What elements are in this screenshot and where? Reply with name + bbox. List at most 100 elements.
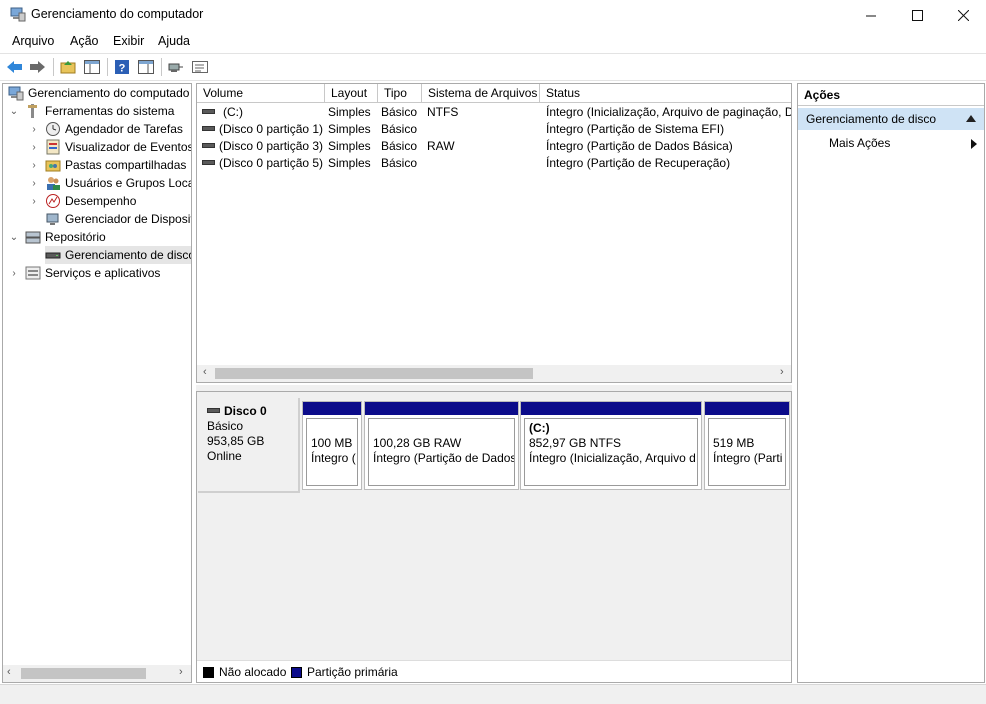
device-manager-icon — [46, 213, 59, 225]
partition-type-bar — [705, 402, 789, 415]
table-row[interactable]: (Disco 0 partição 3) Simples Básico RAW … — [197, 138, 791, 155]
expand-chevron-icon[interactable]: › — [29, 192, 39, 210]
partition-block[interactable]: 100,28 GB RAW Íntegro (Partição de Dados — [364, 401, 519, 490]
menu-acao[interactable]: Ação — [70, 34, 99, 48]
scroll-left-icon[interactable]: ‹ — [203, 366, 207, 378]
volume-cell: (Disco 0 partição 5) — [202, 156, 326, 170]
tree-item-label: Serviços e aplicativos — [45, 266, 161, 280]
navigation-tree[interactable]: Gerenciamento do computado ⌄ Ferramentas… — [2, 83, 192, 683]
table-row[interactable]: (Disco 0 partição 5) Simples Básico Ínte… — [197, 155, 791, 172]
volume-list[interactable]: Volume Layout Tipo Sistema de Arquivos S… — [196, 83, 792, 383]
connect-button[interactable] — [167, 58, 185, 76]
disk-status: Online — [207, 449, 242, 463]
status-cell: Íntegro (Inicialização, Arquivo de pagin… — [546, 105, 791, 119]
tree-item-label: Gerenciamento de disco — [65, 248, 192, 262]
layout-cell: Simples — [328, 156, 371, 170]
disk-name: Disco 0 — [224, 404, 267, 418]
close-button[interactable] — [940, 0, 986, 30]
volume-cell: (Disco 0 partição 1) — [202, 122, 326, 136]
tree-item-label: Agendador de Tarefas — [65, 122, 183, 136]
tree-item-disk-management[interactable]: Gerenciamento de disco — [45, 246, 192, 264]
partition-title: (C:) — [529, 421, 550, 435]
disk-name-row: Disco 0 — [207, 404, 298, 419]
collapse-chevron-icon[interactable]: ⌄ — [9, 102, 19, 120]
status-cell: Íntegro (Partição de Dados Básica) — [546, 139, 733, 153]
forward-button[interactable] — [29, 58, 47, 76]
help-button[interactable]: ? — [113, 58, 131, 76]
legend-primary-swatch — [291, 667, 302, 678]
more-actions-item[interactable]: Mais Ações — [829, 136, 979, 154]
show-hide-tree-button[interactable] — [83, 58, 101, 76]
tree-item-users-groups[interactable]: Usuários e Grupos Loca — [45, 174, 191, 192]
partition-type-bar — [521, 402, 701, 415]
scroll-left-icon[interactable]: ‹ — [7, 666, 11, 678]
disk-label[interactable]: Disco 0 Básico 953,85 GB Online — [198, 398, 300, 493]
show-hide-action-pane-button[interactable] — [137, 58, 155, 76]
minimize-button[interactable] — [848, 0, 894, 30]
scroll-right-icon[interactable]: › — [780, 366, 784, 378]
table-row[interactable]: (Disco 0 partição 1) Simples Básico Ínte… — [197, 121, 791, 138]
column-header-volume[interactable]: Volume — [197, 84, 325, 103]
tree-item-system-tools[interactable]: Ferramentas do sistema — [25, 102, 174, 120]
tree-item-event-viewer[interactable]: Visualizador de Eventos — [45, 138, 192, 156]
partition-size: 100,28 GB RAW — [373, 436, 462, 450]
table-row[interactable]: (C:) Simples Básico NTFS Íntegro (Inicia… — [197, 104, 791, 121]
partition-content: (C:) 852,97 GB NTFS Íntegro (Inicializaç… — [524, 418, 698, 486]
column-header-layout[interactable]: Layout — [325, 84, 378, 103]
actions-section-label: Gerenciamento de disco — [806, 112, 937, 126]
menu-ajuda[interactable]: Ajuda — [158, 34, 190, 48]
back-arrow-icon — [7, 61, 22, 73]
tree-horizontal-scrollbar[interactable]: ‹ › — [3, 665, 191, 682]
event-viewer-icon — [46, 139, 60, 155]
tree-item-device-manager[interactable]: Gerenciador de Disposit — [45, 210, 191, 228]
tree-item-performance[interactable]: Desempenho — [45, 192, 136, 210]
properties-button[interactable] — [191, 58, 209, 76]
back-button[interactable] — [6, 58, 24, 76]
tree-item-task-scheduler[interactable]: Agendador de Tarefas — [45, 120, 183, 138]
filesystem-cell: RAW — [427, 139, 455, 153]
tree-item-root[interactable]: Gerenciamento do computado — [8, 84, 189, 102]
list-horizontal-scrollbar[interactable]: ‹ › — [197, 365, 791, 382]
expand-chevron-icon[interactable]: › — [29, 156, 39, 174]
tree-item-label: Ferramentas do sistema — [45, 104, 175, 118]
expand-chevron-icon[interactable]: › — [29, 120, 39, 138]
partition-title — [713, 421, 785, 436]
menu-bar: Arquivo Ação Exibir Ajuda — [0, 30, 986, 52]
expand-chevron-icon[interactable]: › — [9, 264, 19, 282]
partition-status: Íntegro (Partição de Dados — [373, 451, 515, 465]
close-icon — [957, 9, 969, 21]
expand-chevron-icon[interactable]: › — [29, 138, 39, 156]
users-icon — [47, 177, 60, 190]
maximize-button[interactable] — [894, 0, 940, 30]
scroll-right-icon[interactable]: › — [179, 666, 183, 678]
expand-chevron-icon[interactable]: › — [29, 174, 39, 192]
tree-item-label: Desempenho — [65, 194, 137, 208]
disk-graphical-view[interactable]: Disco 0 Básico 953,85 GB Online 100 MB Í… — [196, 391, 792, 683]
collapse-triangle-icon[interactable] — [966, 115, 976, 122]
partition-block[interactable]: (C:) 852,97 GB NTFS Íntegro (Inicializaç… — [520, 401, 702, 490]
layout-cell: Simples — [328, 122, 371, 136]
column-header-filesystem[interactable]: Sistema de Arquivos — [422, 84, 540, 103]
actions-section-disk-management[interactable]: Gerenciamento de disco — [798, 108, 984, 130]
tree-item-services[interactable]: Serviços e aplicativos — [25, 264, 160, 282]
tree-item-label: Visualizador de Eventos — [65, 140, 192, 154]
partition-status: Íntegro ( — [311, 451, 356, 465]
title-bar: Gerenciamento do computador — [0, 0, 986, 30]
scrollbar-thumb[interactable] — [21, 668, 146, 679]
up-level-button[interactable] — [59, 58, 77, 76]
menu-exibir[interactable]: Exibir — [113, 34, 144, 48]
tree-item-shared-folders[interactable]: Pastas compartilhadas — [45, 156, 186, 174]
partition-block[interactable]: 100 MB Íntegro ( — [302, 401, 362, 490]
forward-arrow-icon — [30, 61, 45, 73]
column-header-type[interactable]: Tipo — [378, 84, 422, 103]
scrollbar-thumb[interactable] — [215, 368, 533, 379]
tree-item-storage[interactable]: Repositório — [25, 228, 106, 246]
legend-unallocated-swatch — [203, 667, 214, 678]
collapse-chevron-icon[interactable]: ⌄ — [9, 228, 19, 246]
connect-icon — [168, 63, 183, 72]
toolbar-separator — [161, 58, 162, 76]
partition-block[interactable]: 519 MB Íntegro (Parti — [704, 401, 790, 490]
show-hide-tree-icon — [84, 60, 100, 74]
column-header-status[interactable]: Status — [540, 84, 791, 103]
menu-arquivo[interactable]: Arquivo — [12, 34, 54, 48]
